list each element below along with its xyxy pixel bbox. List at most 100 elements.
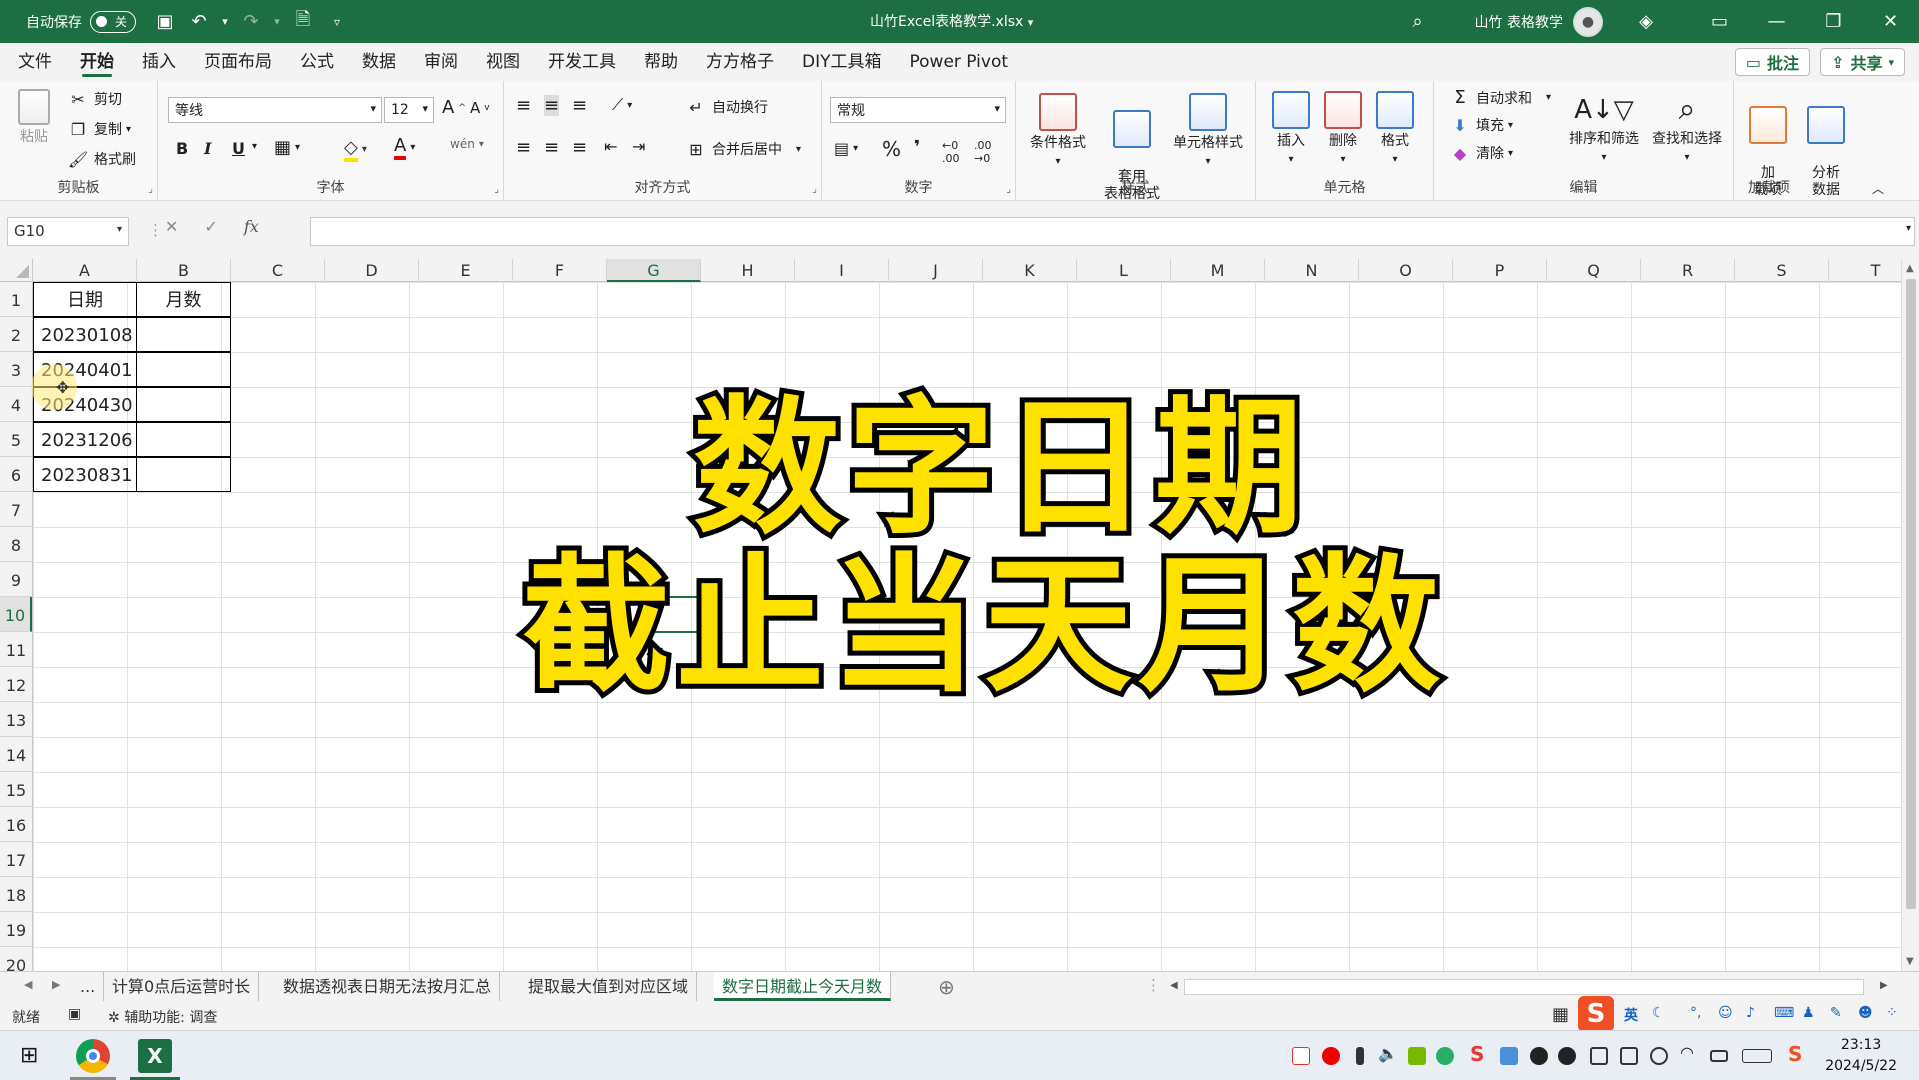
align-left-icon[interactable]: ≡ [516,137,531,158]
column-header-l[interactable]: L [1077,259,1171,282]
font-name-dropdown[interactable]: 等线 ▾ [168,97,382,123]
number-launcher-icon[interactable]: ⌟ [1006,184,1011,195]
redo-icon[interactable]: ↷ [234,7,268,37]
expand-formula-icon[interactable]: ▾ [1906,223,1911,234]
column-header-q[interactable]: Q [1547,259,1641,282]
column-header-p[interactable]: P [1453,259,1547,282]
comma-style-icon[interactable]: ❜ [914,137,920,158]
worksheet-grid[interactable]: A B C D E F G H I J K L M N O P Q R S T … [0,259,1901,971]
horizontal-scrollbar[interactable] [1184,979,1864,995]
record-icon[interactable] [1322,1047,1340,1065]
autosum-button[interactable]: Σ 自动求和 ▾ [1448,87,1551,108]
format-cells-button[interactable]: 格式 ▾ [1372,91,1418,168]
column-header-f[interactable]: F [513,259,607,282]
column-header-h[interactable]: H [701,259,795,282]
tab-data[interactable]: 数据 [348,43,410,81]
ime-language[interactable]: 英 [1624,1005,1638,1025]
nvidia-icon[interactable] [1408,1047,1426,1065]
row-header[interactable]: 6 [0,457,32,492]
borders-icon[interactable]: ▦ ▾ [274,137,300,158]
row-header[interactable]: 5 [0,422,32,457]
system-clock[interactable]: 23:13 2024/5/22 [1825,1035,1897,1077]
italic-button[interactable]: I [204,139,211,158]
underline-button[interactable]: U [232,139,245,158]
accounting-format-icon[interactable]: ▤ ▾ [834,139,858,158]
tab-home[interactable]: 开始 [66,43,128,81]
date-cell[interactable]: 20230108 [33,317,137,352]
user-icon[interactable]: ♟ [1802,1005,1815,1021]
chat-tray-icon[interactable] [1500,1047,1518,1065]
next-sheet-icon[interactable]: ▶ [52,978,60,991]
close-button[interactable]: ✕ [1862,0,1919,43]
security-icon[interactable] [1590,1047,1608,1065]
sheet-tab-1[interactable]: 计算0点后运营时长 [104,972,260,1001]
undo-dropdown-icon[interactable]: ▾ [216,7,234,37]
qq-icon-2[interactable] [1558,1047,1576,1065]
column-header-b[interactable]: B [137,259,231,282]
format-painter-button[interactable]: 🖌 格式刷 [66,149,136,169]
column-header-m[interactable]: M [1171,259,1265,282]
cell-styles-button[interactable]: 单元格样式 ▾ [1168,93,1248,170]
underline-dropdown-icon[interactable]: ▾ [252,141,257,152]
bold-button[interactable]: B [176,139,188,158]
sheet-more-button[interactable]: ... [72,972,105,1001]
mic-icon[interactable]: ♪ [1746,1005,1755,1021]
row-header[interactable]: 3 [0,352,32,387]
sheet-tab-2[interactable]: 数据透视表日期无法按月汇总 [275,972,501,1001]
minimize-button[interactable]: — [1748,0,1805,43]
header-cell-date[interactable]: 日期 [33,282,137,317]
collapse-ribbon-icon[interactable]: ︿ [1872,180,1884,197]
microphone-icon[interactable] [1356,1047,1364,1065]
hscroll-right-icon[interactable]: ▶ [1880,980,1888,991]
redo-dropdown-icon[interactable]: ▾ [268,7,286,37]
screen-icon[interactable] [1620,1047,1638,1065]
conditional-formatting-button[interactable]: 条件格式 ▾ [1026,93,1090,170]
column-header-j[interactable]: J [889,259,983,282]
align-center-icon[interactable]: ≡ [544,137,559,158]
sheet-tab-active[interactable]: 数字日期截止今天月数 [714,972,892,1001]
prev-sheet-icon[interactable]: ◀ [24,978,32,991]
increase-decimal-icon[interactable]: ←0.00 [942,139,960,165]
cancel-icon[interactable]: ✕ [165,217,178,236]
print-preview-icon[interactable]: 🗎 [286,7,320,37]
insert-function-button[interactable]: fx [244,217,259,236]
battery-icon[interactable] [1710,1050,1728,1062]
increase-indent-icon[interactable]: ⇥ [632,137,645,156]
skin-icon[interactable]: ✎ [1830,1005,1842,1021]
share-button[interactable]: ⇪ 共享 ▾ [1820,48,1905,76]
scroll-up-icon[interactable]: ▲ [1906,263,1914,274]
column-header-i[interactable]: I [795,259,889,282]
search-icon[interactable]: ⌕ [1401,7,1435,37]
column-header-k[interactable]: K [983,259,1077,282]
excel-taskbar-icon[interactable]: X [138,1039,172,1073]
sort-filter-button[interactable]: A↓▽ 排序和筛选 ▾ [1564,89,1644,166]
date-cell[interactable]: 20231206 [33,422,137,457]
punctuation-icon[interactable]: °, [1690,1005,1701,1021]
months-cell[interactable] [136,422,231,457]
months-cell[interactable] [136,387,231,422]
number-format-dropdown[interactable]: 常规 ▾ [830,97,1006,123]
copy-button[interactable]: ❐ 复制 ▾ [66,119,131,139]
row-header[interactable]: 17 [0,842,32,877]
sogou-ime-icon[interactable]: S [1578,996,1614,1032]
qq-icon[interactable] [1530,1047,1548,1065]
wifi-icon[interactable]: ◠ [1680,1043,1694,1062]
decrease-indent-icon[interactable]: ⇤ [604,137,617,156]
user-name[interactable]: 山竹 表格教学 [1475,12,1563,32]
column-header-g[interactable]: G [607,259,701,282]
volume-icon[interactable]: 🔈 [1378,1044,1398,1063]
row-header[interactable]: 4 [0,387,32,422]
row-header[interactable]: 20 [0,947,32,971]
normal-view-icon[interactable]: ▦ [1552,1004,1569,1025]
comments-button[interactable]: ▭ 批注 [1734,48,1811,76]
enter-icon[interactable]: ✓ [204,217,217,236]
cell-area[interactable]: 日期 月数 20230108 20240401 20240430 2023120… [31,282,1901,971]
vertical-scroll-thumb[interactable] [1906,279,1916,909]
toolbox-icon[interactable]: ⁘ [1886,1005,1898,1021]
decrease-decimal-icon[interactable]: .00 →0 [974,139,992,165]
cloud-icon[interactable] [1650,1047,1668,1065]
merge-center-button[interactable]: ⊞ 合并后居中 ▾ [684,139,801,159]
tab-review[interactable]: 审阅 [410,43,472,81]
percent-icon[interactable]: % [882,137,901,161]
delete-cells-button[interactable]: 删除 ▾ [1320,91,1366,168]
